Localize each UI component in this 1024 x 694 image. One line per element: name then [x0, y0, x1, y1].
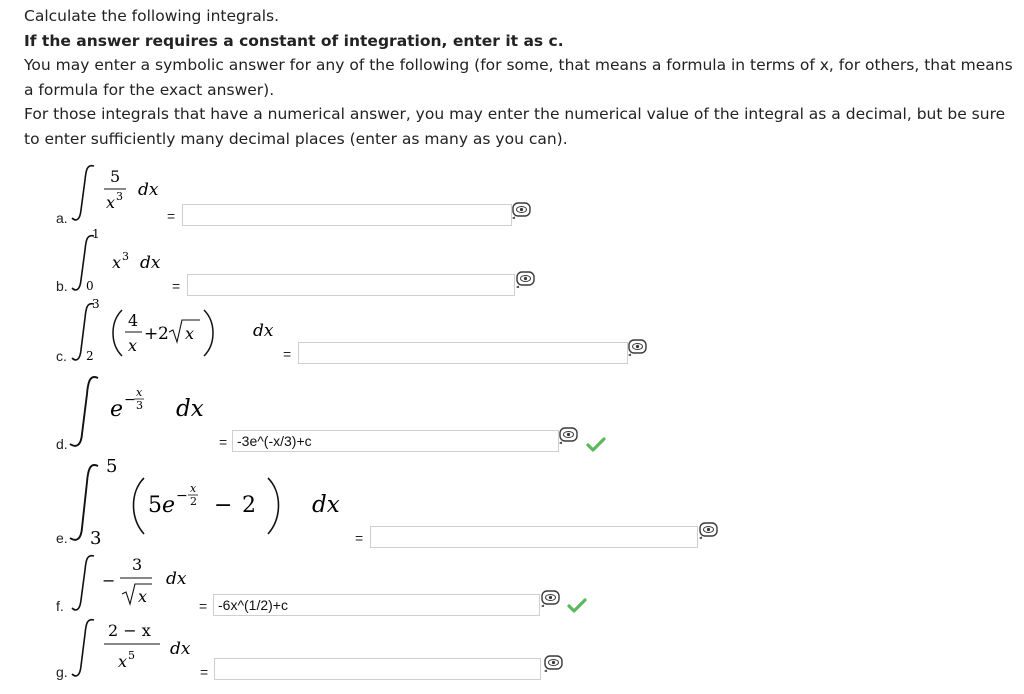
eye-preview-icon[interactable]	[541, 590, 560, 607]
differential: dx	[140, 253, 161, 273]
equals-sign: =	[200, 664, 209, 680]
lower-limit: 0	[86, 279, 94, 293]
intro-line-1: Calculate the following integrals.	[24, 7, 280, 25]
eye-preview-icon[interactable]	[544, 655, 563, 672]
integrand-exponent: 3	[122, 250, 129, 263]
intro-line-3: You may enter a symbolic answer for any …	[24, 56, 1013, 99]
answer-input-g[interactable]	[214, 658, 541, 680]
exponent-minus: −	[124, 392, 136, 408]
integral-sign	[71, 164, 95, 221]
answer-input-c[interactable]	[298, 342, 628, 364]
right-paren	[267, 477, 280, 535]
checkmark-icon	[586, 437, 606, 452]
answer-input-f[interactable]: -6x^(1/2)+c	[213, 594, 540, 616]
fraction-denominator: x	[128, 336, 137, 355]
intro-line-2: If the answer requires a constant of int…	[24, 31, 564, 50]
sqrt-sign	[121, 583, 152, 606]
fraction-numerator: 3	[132, 555, 142, 574]
integral-sign	[71, 618, 95, 677]
integral-g-svg: 2 − x x 5 dx	[71, 618, 191, 677]
left-paren	[112, 309, 123, 357]
answer-input-b[interactable]	[187, 274, 515, 296]
coefficient: 2	[158, 324, 169, 344]
radicand: x	[185, 324, 194, 343]
answer-input-d[interactable]: -3e^(-x/3)+c	[232, 430, 559, 452]
exponential-base: e	[162, 493, 175, 518]
equals-sign: =	[355, 530, 364, 546]
integral-g: 2 − x x 5 dx	[68, 614, 208, 684]
exponent-numerator: x	[190, 482, 197, 495]
upper-limit: 1	[92, 227, 100, 241]
integral-sign	[69, 376, 99, 447]
plus-sign: +	[144, 324, 158, 344]
minus-sign: −	[214, 493, 232, 518]
exponent-minus: −	[176, 488, 188, 504]
denominator-exponent: 3	[116, 190, 123, 203]
fraction-numerator: 2 − x	[108, 621, 151, 640]
instructions: Calculate the following integrals. If th…	[24, 4, 1014, 151]
exponent-numerator: x	[136, 386, 143, 399]
equals-sign: =	[283, 346, 292, 362]
equals-sign: =	[219, 434, 228, 450]
intro-line-4: For those integrals that have a numerica…	[24, 105, 1006, 148]
radicand: x	[138, 587, 147, 606]
exponent-denominator: 2	[190, 495, 197, 508]
equals-sign: =	[167, 208, 176, 224]
fraction-numerator: 5	[110, 167, 120, 186]
checkmark-icon	[567, 598, 587, 613]
eye-preview-icon[interactable]	[699, 522, 718, 539]
answer-input-e[interactable]	[370, 526, 698, 548]
integral-e: 5 3 5 e − x 2 − 2 dx	[66, 452, 366, 552]
lower-limit: 3	[90, 528, 101, 549]
upper-limit: 3	[92, 297, 100, 311]
integral-e-svg: 5 3 5 e − x 2 − 2 dx	[69, 456, 340, 549]
equals-sign: =	[172, 278, 181, 294]
coefficient: 5	[148, 493, 162, 518]
problem-letter: a.	[56, 210, 68, 226]
denominator-exponent: 5	[128, 649, 135, 662]
integrand-base: x	[112, 253, 121, 272]
differential: dx	[170, 639, 191, 659]
integral-f-svg: − 3 x dx	[71, 554, 187, 611]
problem-letter: g.	[56, 664, 68, 680]
eye-preview-icon[interactable]	[516, 271, 535, 288]
differential: dx	[176, 396, 204, 422]
right-paren	[203, 309, 214, 357]
integral-c-svg: 3 2 4 x + 2 x dx	[71, 297, 274, 363]
exponent-denominator: 3	[136, 399, 143, 412]
integral-sign	[71, 554, 95, 611]
integral-b-svg: 1 0 x 3 dx	[71, 227, 161, 293]
differential: dx	[138, 180, 159, 200]
differential: dx	[166, 569, 187, 589]
left-paren	[132, 477, 145, 535]
minus-sign: −	[102, 571, 115, 590]
constant: 2	[242, 493, 256, 518]
equals-sign: =	[199, 598, 208, 614]
integral-d: e − x 3 dx	[66, 372, 236, 456]
upper-limit: 5	[106, 456, 117, 477]
integral-f: − 3 x dx	[68, 550, 208, 618]
problem-letter: f.	[56, 598, 64, 614]
eye-preview-icon[interactable]	[512, 202, 531, 219]
eye-preview-icon[interactable]	[559, 427, 578, 444]
differential: dx	[253, 321, 274, 341]
exponential-base: e	[110, 397, 123, 422]
lower-limit: 2	[86, 349, 94, 363]
problem-letter: c.	[56, 348, 67, 364]
fraction-denominator: x	[106, 193, 115, 212]
differential: dx	[312, 492, 340, 518]
fraction-numerator: 4	[128, 311, 138, 330]
integral-c: 3 2 4 x + 2 x dx	[68, 296, 298, 370]
answer-input-a[interactable]	[182, 204, 512, 226]
integral-b: 1 0 x 3 dx	[68, 227, 188, 298]
integral-d-svg: e − x 3 dx	[69, 376, 204, 447]
problem-letter: b.	[56, 278, 68, 294]
fraction-denominator: x	[118, 652, 127, 671]
eye-preview-icon[interactable]	[628, 339, 647, 356]
